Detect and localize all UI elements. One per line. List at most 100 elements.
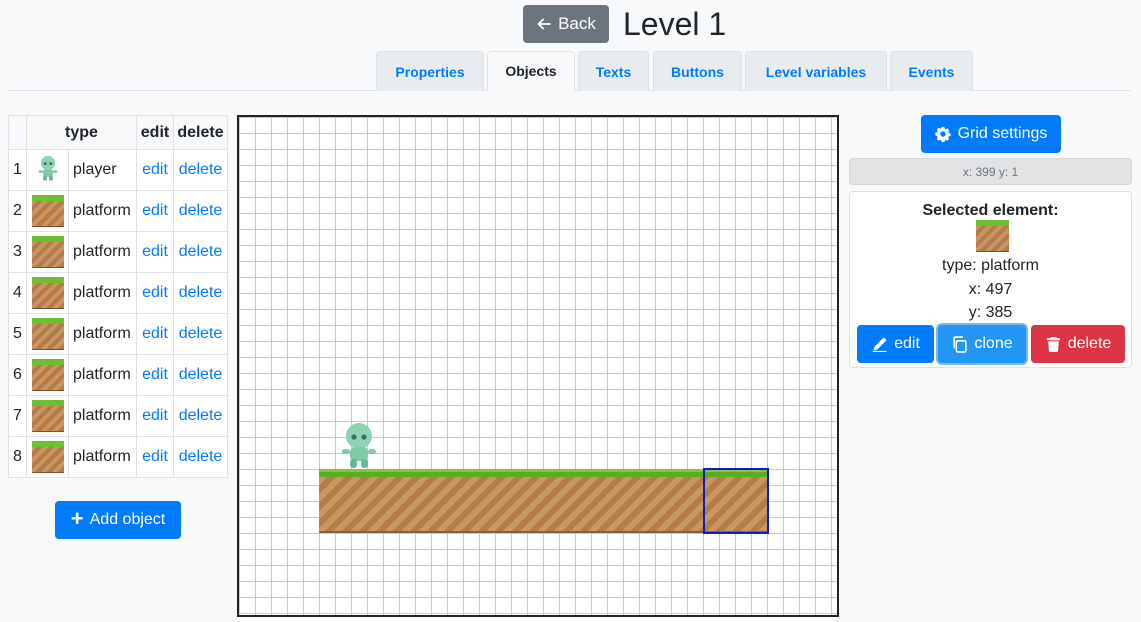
selected-delete-label: delete (1067, 335, 1112, 352)
platform-tile-icon (31, 236, 64, 268)
table-row: 3 platform edit delete (8, 231, 228, 273)
col-num-header (8, 115, 27, 150)
tab-events[interactable]: Events (890, 51, 973, 91)
row-edit-cell: edit (136, 354, 174, 396)
row-delete-cell: delete (173, 190, 228, 232)
col-delete-header: delete (173, 115, 228, 150)
platform-tile-icon (31, 400, 64, 432)
row-delete-cell: delete (173, 395, 228, 437)
row-delete-link[interactable]: delete (179, 202, 223, 219)
row-edit-cell: edit (136, 190, 174, 232)
tab-level-variables[interactable]: Level variables (745, 51, 887, 91)
platform-tile-icon (31, 195, 64, 227)
row-type: platform (68, 436, 137, 478)
grid-settings-button[interactable]: Grid settings (921, 115, 1061, 153)
row-type: platform (68, 395, 137, 437)
row-number: 1 (8, 149, 27, 191)
row-edit-cell: edit (136, 231, 174, 273)
gear-icon (934, 127, 951, 142)
row-edit-link[interactable]: edit (142, 202, 168, 219)
row-icon-cell (26, 190, 69, 232)
selected-edit-button[interactable]: edit (857, 325, 934, 363)
arrow-left-icon (537, 18, 551, 30)
selected-clone-button[interactable]: clone (938, 325, 1026, 363)
grid-settings-label: Grid settings (957, 125, 1048, 142)
row-edit-link[interactable]: edit (142, 407, 168, 424)
back-button[interactable]: Back (523, 5, 609, 43)
trash-icon (1046, 336, 1060, 352)
platform-tile-icon (31, 441, 64, 473)
selected-edit-label: edit (894, 335, 920, 352)
row-edit-link[interactable]: edit (142, 448, 168, 465)
row-icon-cell (26, 395, 69, 437)
row-type: platform (68, 354, 137, 396)
row-edit-link[interactable]: edit (142, 284, 168, 301)
row-edit-link[interactable]: edit (142, 325, 168, 342)
selected-platform-outline[interactable] (703, 468, 769, 534)
row-edit-cell: edit (136, 272, 174, 314)
pencil-icon (872, 336, 887, 352)
row-delete-cell: delete (173, 272, 228, 314)
platform-tile-icon (31, 277, 64, 309)
platform-tile-icon (976, 220, 1009, 252)
plus-icon: + (70, 506, 84, 531)
row-number: 6 (8, 354, 27, 396)
row-delete-link[interactable]: delete (179, 284, 223, 301)
row-delete-link[interactable]: delete (179, 161, 223, 178)
row-delete-link[interactable]: delete (179, 448, 223, 465)
row-type: platform (68, 231, 137, 273)
tab-objects[interactable]: Objects (487, 51, 575, 91)
row-type: platform (68, 190, 137, 232)
add-object-label: Add object (89, 511, 166, 528)
row-edit-link[interactable]: edit (142, 243, 168, 260)
player-sprite[interactable] (339, 421, 379, 469)
row-number: 8 (8, 436, 27, 478)
tab-properties[interactable]: Properties (376, 51, 484, 91)
row-icon-cell (26, 436, 69, 478)
selected-element-title: Selected element: (922, 202, 1059, 219)
row-number: 2 (8, 190, 27, 232)
player-icon (37, 153, 59, 188)
row-delete-link[interactable]: delete (179, 243, 223, 260)
row-number: 7 (8, 395, 27, 437)
row-delete-link[interactable]: delete (179, 325, 223, 342)
table-row: 1 player edit delete (8, 149, 228, 191)
row-delete-link[interactable]: delete (179, 366, 223, 383)
row-icon-cell (26, 149, 69, 191)
row-edit-cell: edit (136, 149, 174, 191)
row-type: platform (68, 272, 137, 314)
row-delete-link[interactable]: delete (179, 407, 223, 424)
row-number: 4 (8, 272, 27, 314)
selected-delete-button[interactable]: delete (1031, 325, 1125, 363)
row-delete-cell: delete (173, 354, 228, 396)
row-type: platform (68, 313, 137, 355)
table-row: 7 platform edit delete (8, 395, 228, 437)
cursor-coordinates: x: 399 y: 1 (849, 158, 1132, 185)
table-row: 6 platform edit delete (8, 354, 228, 396)
platform-ground[interactable] (319, 469, 767, 533)
add-object-button[interactable]: + Add object (55, 501, 181, 539)
tab-texts[interactable]: Texts (578, 51, 649, 91)
objects-table: type edit delete 1 player edit delete 2 platf… (8, 115, 228, 478)
platform-tile-icon (31, 359, 64, 391)
col-type-header: type (26, 115, 137, 150)
row-icon-cell (26, 231, 69, 273)
row-delete-cell: delete (173, 149, 228, 191)
row-edit-cell: edit (136, 313, 174, 355)
row-delete-cell: delete (173, 436, 228, 478)
table-header-row: type edit delete (8, 115, 228, 150)
table-row: 4 platform edit delete (8, 272, 228, 314)
row-icon-cell (26, 313, 69, 355)
row-number: 3 (8, 231, 27, 273)
row-delete-cell: delete (173, 231, 228, 273)
page-title: Level 1 (623, 6, 727, 42)
row-edit-link[interactable]: edit (142, 366, 168, 383)
table-row: 5 platform edit delete (8, 313, 228, 355)
level-canvas[interactable] (237, 115, 839, 617)
table-row: 8 platform edit delete (8, 436, 228, 478)
table-row: 2 platform edit delete (8, 190, 228, 232)
tab-buttons[interactable]: Buttons (653, 51, 742, 91)
row-icon-cell (26, 354, 69, 396)
row-edit-cell: edit (136, 436, 174, 478)
row-edit-link[interactable]: edit (142, 161, 168, 178)
